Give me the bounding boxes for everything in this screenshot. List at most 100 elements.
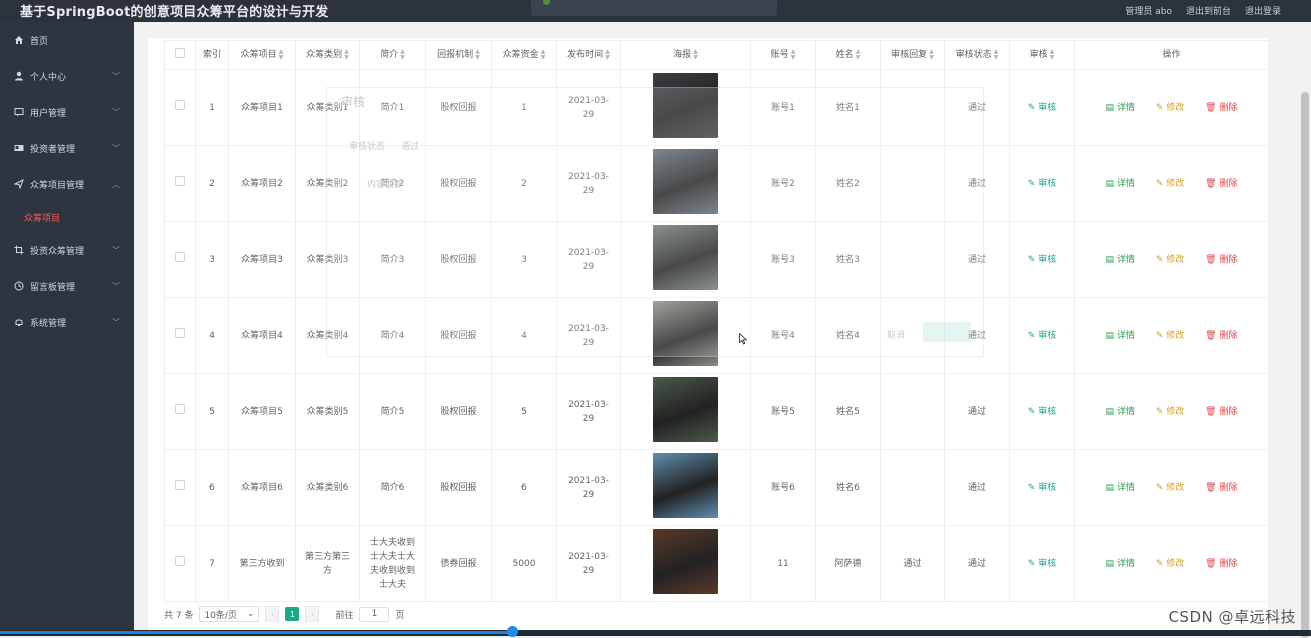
- sort-icon[interactable]: ▲ ▼: [541, 48, 546, 61]
- edit-button[interactable]: ✎ 修改: [1156, 483, 1184, 493]
- exit-to-front-link[interactable]: 退出到前台: [1186, 4, 1231, 17]
- sidebar-item-users[interactable]: 用户管理 ﹀: [0, 94, 134, 130]
- row-checkbox[interactable]: [175, 404, 185, 414]
- review-button[interactable]: ✎ 审核: [1028, 331, 1056, 341]
- row-select-cell[interactable]: [164, 145, 196, 222]
- row-checkbox[interactable]: [175, 100, 185, 110]
- detail-button[interactable]: ▤ 详情: [1106, 103, 1135, 113]
- col-intro[interactable]: 简介 ▲ ▼: [359, 40, 426, 70]
- delete-button[interactable]: 🗑 删除: [1205, 483, 1237, 493]
- edit-button[interactable]: ✎ 修改: [1156, 331, 1184, 341]
- row-select-cell[interactable]: [164, 297, 196, 374]
- delete-button[interactable]: 🗑 删除: [1205, 407, 1237, 417]
- sidebar-item-home[interactable]: 首页: [0, 22, 134, 58]
- edit-button[interactable]: ✎ 修改: [1156, 103, 1184, 113]
- trash-icon: 🗑: [1205, 254, 1217, 265]
- delete-button[interactable]: 🗑 删除: [1205, 103, 1237, 113]
- detail-button[interactable]: ▤ 详情: [1106, 331, 1135, 341]
- sort-icon[interactable]: ▲ ▼: [605, 48, 610, 61]
- review-button[interactable]: ✎ 审核: [1028, 483, 1056, 493]
- col-status[interactable]: 审核状态 ▲ ▼: [944, 40, 1010, 70]
- sort-icon[interactable]: ▲ ▼: [791, 48, 796, 61]
- poster-image[interactable]: [653, 376, 718, 442]
- edit-button[interactable]: ✎ 修改: [1156, 407, 1184, 417]
- document-icon: ▤: [1105, 406, 1115, 417]
- dialog-confirm-button[interactable]: [923, 322, 971, 342]
- edit-button[interactable]: ✎ 修改: [1156, 559, 1184, 569]
- col-reply[interactable]: 审核回复 ▲ ▼: [880, 40, 945, 70]
- select-all-cell[interactable]: [164, 40, 196, 70]
- row-select-cell[interactable]: [164, 69, 196, 146]
- row-checkbox[interactable]: [175, 480, 185, 490]
- detail-button[interactable]: ▤ 详情: [1106, 407, 1135, 417]
- progress-knob[interactable]: [507, 626, 518, 637]
- row-checkbox[interactable]: [175, 176, 185, 186]
- row-select-cell[interactable]: [164, 373, 196, 450]
- edit-button[interactable]: ✎ 修改: [1156, 179, 1184, 189]
- next-page-button[interactable]: ›: [305, 606, 320, 622]
- sidebar-subitem-projects[interactable]: 众筹项目: [0, 202, 134, 232]
- dialog-status-value[interactable]: 通过: [401, 139, 419, 152]
- review-button[interactable]: ✎ 审核: [1028, 559, 1056, 569]
- sort-icon[interactable]: ▲ ▼: [929, 48, 934, 61]
- row-checkbox[interactable]: [175, 252, 185, 262]
- detail-button[interactable]: ▤ 详情: [1106, 483, 1135, 493]
- sort-icon[interactable]: ▲ ▼: [279, 48, 284, 61]
- sidebar-item-investors[interactable]: 投资者管理 ﹀: [0, 130, 134, 166]
- detail-button[interactable]: ▤ 详情: [1106, 255, 1135, 265]
- sort-icon[interactable]: ▲ ▼: [693, 48, 698, 61]
- col-review[interactable]: 审核 ▲ ▼: [1009, 40, 1075, 70]
- sidebar-item-messages[interactable]: 留言板管理 ﹀: [0, 268, 134, 304]
- edit-button[interactable]: ✎ 修改: [1156, 255, 1184, 265]
- goto-page-input[interactable]: 1: [359, 606, 390, 622]
- select-all-checkbox[interactable]: [175, 47, 185, 58]
- detail-button[interactable]: ▤ 详情: [1106, 559, 1135, 569]
- sidebar-item-profile[interactable]: 个人中心 ﹀: [0, 58, 134, 94]
- trash-icon: 🗑: [1205, 558, 1217, 569]
- row-select-cell[interactable]: [164, 221, 196, 298]
- page-number-current[interactable]: 1: [285, 607, 300, 621]
- sidebar-item-system[interactable]: 系统管理 ﹀: [0, 304, 134, 340]
- scrollbar-thumb[interactable]: [1301, 92, 1309, 638]
- col-poster[interactable]: 海报 ▲ ▼: [620, 40, 751, 70]
- poster-image[interactable]: [653, 528, 718, 594]
- prev-page-button[interactable]: ‹: [265, 606, 280, 622]
- col-project[interactable]: 众筹项目 ▲ ▼: [228, 40, 296, 70]
- sort-icon[interactable]: ▲ ▼: [344, 48, 349, 61]
- logout-link[interactable]: 退出登录: [1245, 4, 1281, 17]
- col-funds[interactable]: 众筹资金 ▲ ▼: [491, 40, 557, 70]
- poster-image[interactable]: [653, 452, 718, 518]
- col-time[interactable]: 发布时间 ▲ ▼: [556, 40, 621, 70]
- page-size-select[interactable]: 10条/页 ⌄: [199, 606, 260, 622]
- col-account[interactable]: 账号 ▲ ▼: [750, 40, 816, 70]
- sidebar-item-investments[interactable]: 投资众筹管理 ﹀: [0, 232, 134, 268]
- delete-button[interactable]: 🗑 删除: [1205, 331, 1237, 341]
- col-reward[interactable]: 回报机制 ▲ ▼: [425, 40, 492, 70]
- col-category[interactable]: 众筹类别 ▲ ▼: [295, 40, 360, 70]
- delete-button[interactable]: 🗑 删除: [1205, 255, 1237, 265]
- vertical-scrollbar[interactable]: [1299, 22, 1311, 638]
- sort-icon[interactable]: ▲ ▼: [475, 48, 480, 61]
- detail-button[interactable]: ▤ 详情: [1106, 179, 1135, 189]
- sort-icon[interactable]: ▲ ▼: [856, 48, 861, 61]
- row-select-cell[interactable]: [164, 449, 196, 526]
- row-checkbox[interactable]: [175, 556, 185, 566]
- sort-icon[interactable]: ▲ ▼: [994, 48, 999, 61]
- sidebar-item-projects[interactable]: 众筹项目管理 ︿: [0, 166, 134, 202]
- review-button[interactable]: ✎ 审核: [1028, 103, 1056, 113]
- row-select-cell[interactable]: [164, 525, 196, 602]
- dialog-title: 审核: [341, 95, 366, 109]
- sort-icon[interactable]: ▲ ▼: [1050, 48, 1055, 61]
- delete-button[interactable]: 🗑 删除: [1205, 559, 1237, 569]
- dialog-cancel-button[interactable]: 取消: [887, 328, 905, 341]
- col-name[interactable]: 姓名 ▲ ▼: [815, 40, 881, 70]
- review-button[interactable]: ✎ 审核: [1028, 179, 1056, 189]
- sort-icon[interactable]: ▲ ▼: [400, 48, 405, 61]
- review-button[interactable]: ✎ 审核: [1028, 407, 1056, 417]
- review-button[interactable]: ✎ 审核: [1028, 255, 1056, 265]
- detail-label: 详情: [1116, 330, 1135, 341]
- video-progress-bar[interactable]: [0, 626, 1311, 637]
- cell-actions: ▤ 详情 ✎ 修改 🗑 删除: [1074, 145, 1269, 222]
- delete-button[interactable]: 🗑 删除: [1205, 179, 1237, 189]
- row-checkbox[interactable]: [175, 328, 185, 338]
